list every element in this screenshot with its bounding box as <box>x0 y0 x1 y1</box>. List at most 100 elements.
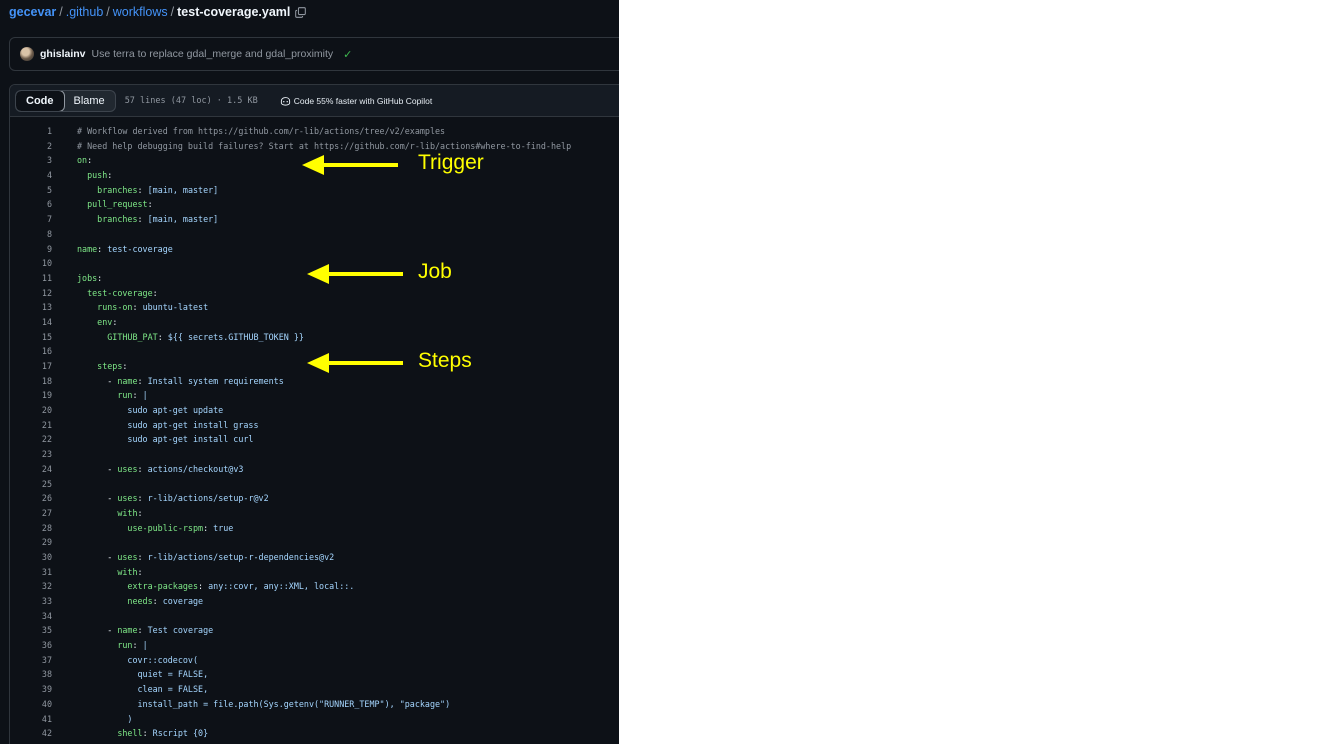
latest-commit-bar: ghislainv Use terra to replace gdal_merg… <box>9 37 619 71</box>
line-number[interactable]: 19 <box>10 388 52 403</box>
line-number[interactable]: 24 <box>10 462 52 477</box>
code-line: 38 quiet = FALSE, <box>10 667 619 682</box>
line-number[interactable]: 34 <box>10 609 52 624</box>
line-number[interactable]: 28 <box>10 521 52 536</box>
line-number[interactable]: 42 <box>10 726 52 741</box>
line-content: jobs: <box>77 271 102 286</box>
code-key: branches <box>97 184 138 195</box>
code-key: uses <box>117 551 138 562</box>
breadcrumb-workflows-folder-link[interactable]: workflows <box>113 5 168 19</box>
breadcrumb-separator: / <box>170 5 175 19</box>
line-number[interactable]: 30 <box>10 550 52 565</box>
line-number[interactable]: 26 <box>10 491 52 506</box>
code-punct: : <box>107 170 113 181</box>
code-value: covr::codecov( <box>127 654 199 665</box>
copilot-promo[interactable]: Code 55% faster with GitHub Copilot <box>280 96 432 106</box>
code-value: | <box>142 390 148 401</box>
code-key: with <box>117 566 138 577</box>
line-number[interactable]: 36 <box>10 638 52 653</box>
file-meta: 57 lines (47 loc) · 1.5 KB <box>124 95 258 106</box>
code-value: | <box>142 640 148 651</box>
line-number[interactable]: 2 <box>10 139 52 154</box>
line-number[interactable]: 37 <box>10 653 52 668</box>
line-number[interactable]: 7 <box>10 212 52 227</box>
line-number[interactable]: 12 <box>10 286 52 301</box>
line-number[interactable]: 13 <box>10 300 52 315</box>
line-number[interactable]: 10 <box>10 256 52 271</box>
line-number[interactable]: 18 <box>10 374 52 389</box>
line-number[interactable]: 3 <box>10 153 52 168</box>
code-punct: : <box>97 272 103 283</box>
commit-author[interactable]: ghislainv <box>40 48 86 60</box>
line-number[interactable]: 29 <box>10 535 52 550</box>
check-icon[interactable]: ✓ <box>343 48 352 61</box>
line-number[interactable]: 4 <box>10 168 52 183</box>
line-number[interactable]: 16 <box>10 344 52 359</box>
copilot-promo-label: Code 55% faster with GitHub Copilot <box>293 95 433 106</box>
code-punct: : <box>132 302 143 313</box>
code-key: run <box>117 390 133 401</box>
line-content: # Need help debugging build failures? St… <box>77 139 571 154</box>
code-punct: : <box>152 287 158 298</box>
code-value: [main, master] <box>147 214 219 225</box>
code-value: coverage <box>162 596 204 606</box>
line-number[interactable]: 9 <box>10 242 52 257</box>
line-content: clean = FALSE, <box>77 682 209 697</box>
tab-code[interactable]: Code <box>15 90 65 111</box>
code-line: 1 # Workflow derived from https://github.… <box>10 124 619 139</box>
line-number[interactable]: 40 <box>10 697 52 712</box>
code-line: 7 branches: [main, master] <box>10 212 619 227</box>
steps-arrow <box>307 353 403 373</box>
line-content: run: | <box>77 638 148 653</box>
line-number[interactable]: 31 <box>10 565 52 580</box>
job-arrow <box>307 264 403 284</box>
line-number[interactable]: 23 <box>10 447 52 462</box>
line-number[interactable]: 32 <box>10 579 52 594</box>
line-number[interactable]: 20 <box>10 403 52 418</box>
line-number[interactable]: 33 <box>10 594 52 609</box>
code-value: sudo apt-get update <box>127 405 224 416</box>
line-number[interactable]: 1 <box>10 124 52 139</box>
tab-blame[interactable]: Blame <box>64 91 115 111</box>
breadcrumb-separator: / <box>59 5 63 19</box>
file-toolbar: Code Blame 57 lines (47 loc) · 1.5 KB Co… <box>10 85 619 117</box>
breadcrumb-repo-link[interactable]: gecevar <box>9 5 56 19</box>
line-number[interactable]: 8 <box>10 227 52 242</box>
copy-icon[interactable] <box>295 7 307 21</box>
line-content: sudo apt-get install curl <box>77 432 253 447</box>
line-number[interactable]: 38 <box>10 667 52 682</box>
line-content: sudo apt-get update <box>77 403 223 418</box>
avatar[interactable] <box>20 47 34 61</box>
breadcrumb-github-folder-link[interactable]: .github <box>66 5 104 19</box>
line-number[interactable]: 25 <box>10 477 52 492</box>
line-number[interactable]: 27 <box>10 506 52 521</box>
line-number[interactable]: 6 <box>10 197 52 212</box>
code-listing[interactable]: 1 # Workflow derived from https://github.… <box>10 117 619 744</box>
line-number[interactable]: 15 <box>10 330 52 345</box>
code-punct: : <box>137 566 143 577</box>
line-number[interactable]: 35 <box>10 623 52 638</box>
code-key: use-public-rspm <box>127 522 204 533</box>
code-punct: : <box>152 596 163 606</box>
line-number[interactable]: 41 <box>10 712 52 727</box>
line-content: ) <box>77 712 132 727</box>
view-toggle: Code Blame <box>15 89 116 112</box>
code-key: needs <box>127 596 153 606</box>
commit-message[interactable]: Use terra to replace gdal_merge and gdal… <box>92 48 334 60</box>
line-number[interactable]: 22 <box>10 432 52 447</box>
code-punct: : <box>137 214 148 225</box>
line-number[interactable]: 17 <box>10 359 52 374</box>
code-value: test-coverage <box>107 243 173 254</box>
line-number[interactable]: 5 <box>10 183 52 198</box>
line-number[interactable]: 14 <box>10 315 52 330</box>
line-number[interactable]: 21 <box>10 418 52 433</box>
line-number[interactable]: 11 <box>10 271 52 286</box>
line-content: sudo apt-get install grass <box>77 418 258 433</box>
line-number[interactable]: 39 <box>10 682 52 697</box>
